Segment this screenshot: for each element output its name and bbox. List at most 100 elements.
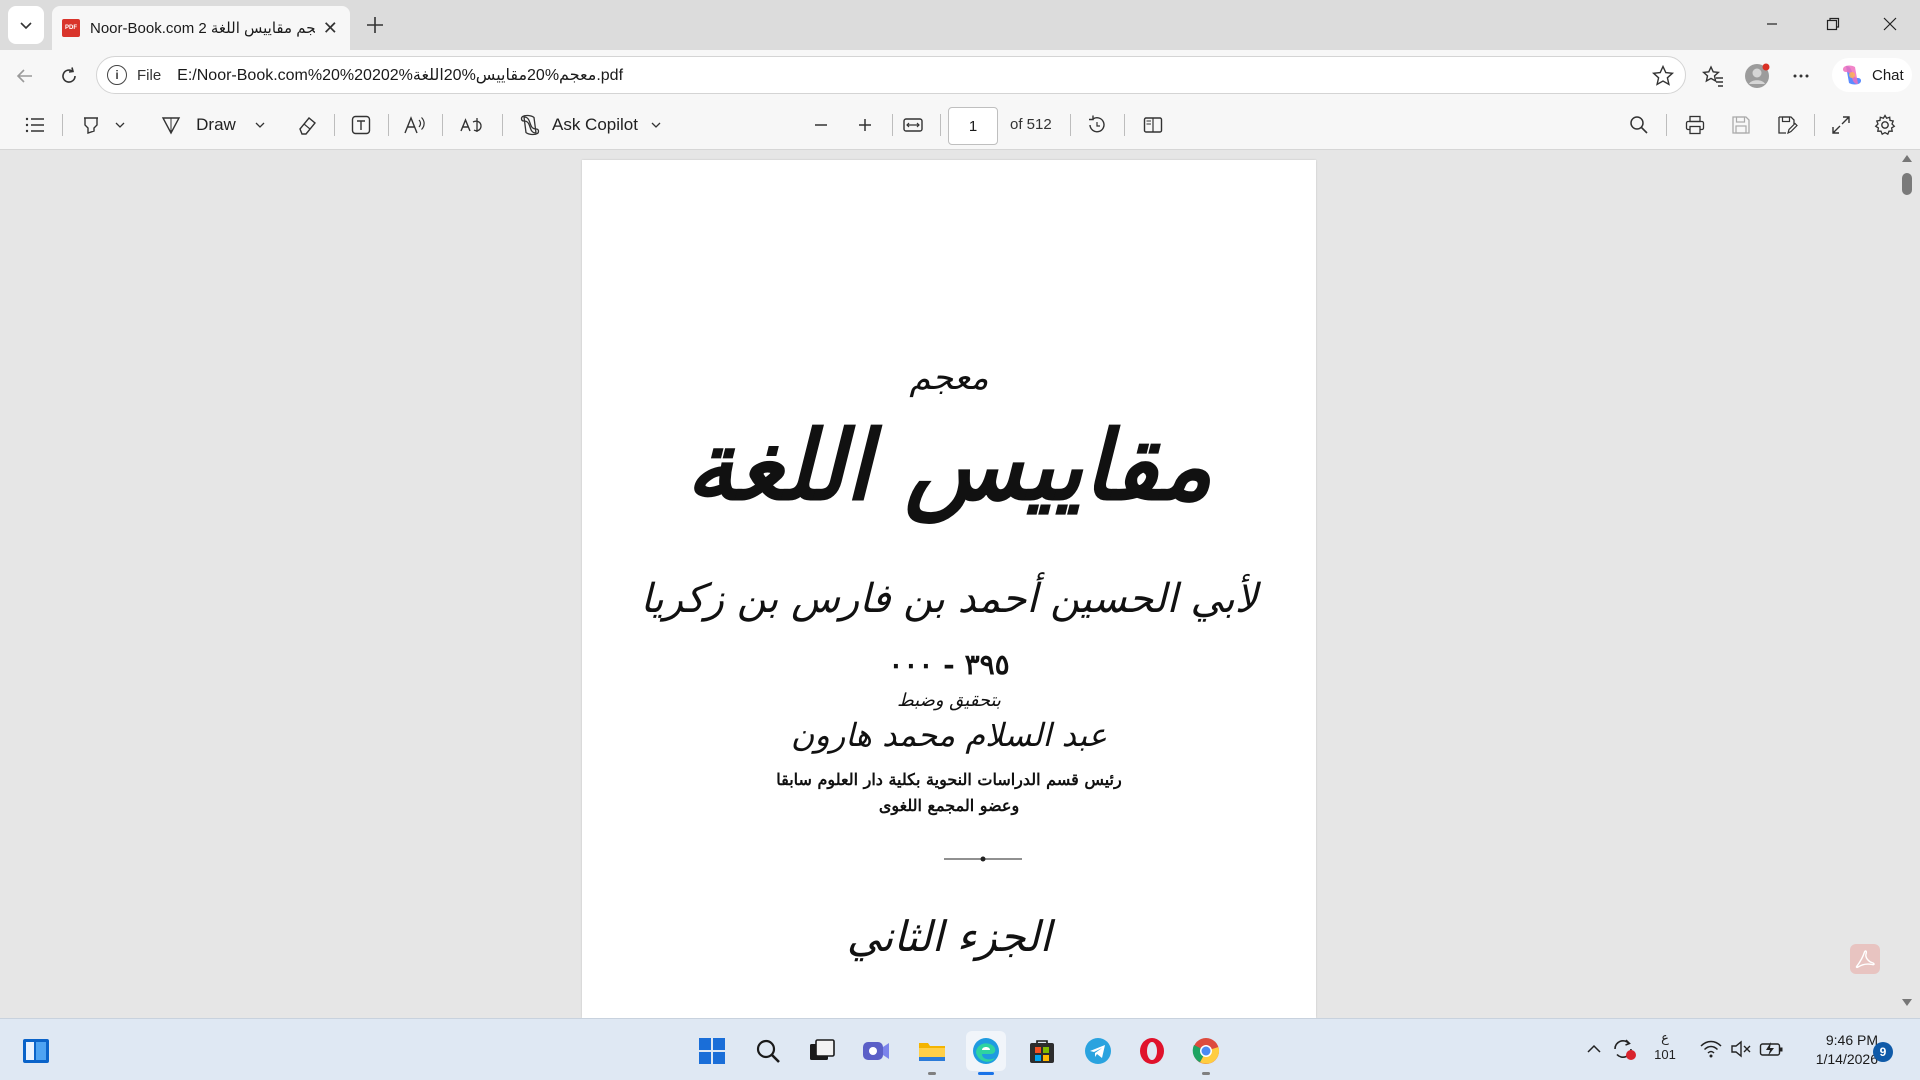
- active-indicator: [978, 1072, 994, 1075]
- input-method-indicator[interactable]: ع 101: [1650, 1029, 1680, 1063]
- acrobat-icon: [1855, 950, 1875, 969]
- refresh-icon: [62, 67, 76, 83]
- rotate-icon: [1089, 115, 1105, 133]
- taskbar-search[interactable]: [748, 1031, 788, 1071]
- pdf-file-icon: PDF: [62, 19, 80, 37]
- restore-button[interactable]: [1805, 0, 1861, 48]
- fit-to-width-button[interactable]: [896, 108, 930, 142]
- taskbar-start[interactable]: [692, 1031, 732, 1071]
- taskbar: ع 101 9:46 PM 1/14/2026 9: [0, 1018, 1920, 1080]
- tab-actions-button[interactable]: [8, 6, 44, 44]
- clock[interactable]: 9:46 PM 1/14/2026: [1790, 1031, 1878, 1069]
- settings-menu-button[interactable]: [1784, 59, 1818, 93]
- taskbar-file-explorer[interactable]: [912, 1031, 952, 1075]
- widgets-icon: [23, 1039, 49, 1063]
- scroll-down-icon[interactable]: [1902, 999, 1912, 1006]
- add-text-button[interactable]: [344, 108, 378, 142]
- highlight-button[interactable]: [72, 108, 134, 142]
- taskbar-task-view[interactable]: [802, 1031, 842, 1071]
- arrow-left-icon: [16, 69, 32, 83]
- taskbar-chrome[interactable]: [1186, 1031, 1226, 1075]
- save-button[interactable]: [1724, 108, 1758, 142]
- profile-button[interactable]: [1740, 59, 1774, 93]
- contents-button[interactable]: [18, 108, 52, 142]
- erase-button[interactable]: [290, 108, 324, 142]
- pdf-viewer[interactable]: معجم مقاييس اللغة لأبي الحسين أحمد بن فا…: [4, 151, 1914, 1018]
- taskbar-teams[interactable]: [856, 1031, 896, 1071]
- telegram-icon: [1085, 1038, 1111, 1064]
- battery-button[interactable]: [1758, 1037, 1786, 1061]
- text-box-icon: [351, 115, 371, 135]
- speaker-muted-icon: [1731, 1040, 1751, 1058]
- info-icon[interactable]: i: [107, 65, 127, 85]
- widgets-button[interactable]: [16, 1031, 56, 1071]
- file-explorer-icon: [919, 1043, 945, 1061]
- translate-button[interactable]: [452, 108, 492, 142]
- taskbar-edge[interactable]: [966, 1031, 1006, 1075]
- sync-status-button[interactable]: [1610, 1035, 1638, 1063]
- taskbar-store[interactable]: [1022, 1031, 1062, 1071]
- book-author: لأبي الحسين أحمد بن فارس بن زكريا: [640, 576, 1258, 622]
- read-aloud-button[interactable]: [398, 108, 432, 142]
- copilot-chat-button[interactable]: Chat: [1832, 58, 1912, 92]
- author-dates: ٣٩٥ - ٠٠٠: [888, 648, 1010, 681]
- network-button[interactable]: [1698, 1037, 1724, 1061]
- favorites-button[interactable]: [1696, 59, 1730, 93]
- pdf-toolbar: Draw Ask Copilot of 512: [0, 100, 1920, 150]
- scroll-up-icon[interactable]: [1902, 155, 1912, 162]
- clock-time: 9:46 PM: [1825, 1032, 1878, 1048]
- translate-icon: [460, 118, 482, 132]
- vertical-scrollbar[interactable]: [1900, 151, 1914, 1018]
- save-as-icon: [1778, 116, 1798, 135]
- acrobat-button[interactable]: [1850, 944, 1880, 974]
- store-icon: [1030, 1040, 1054, 1063]
- editor-name: عبد السلام محمد هارون: [790, 716, 1108, 754]
- editor-role-line-2: وعضو المجمع اللغوى: [878, 796, 1020, 815]
- page-number-input[interactable]: [948, 107, 998, 145]
- volume-button[interactable]: [1728, 1037, 1754, 1061]
- find-button[interactable]: [1622, 108, 1656, 142]
- back-button[interactable]: [8, 59, 42, 93]
- scroll-thumb[interactable]: [1902, 173, 1912, 195]
- ime-language: ع: [1661, 1030, 1669, 1045]
- refresh-button[interactable]: [52, 59, 86, 93]
- ornament-divider: [944, 856, 1022, 862]
- draw-button[interactable]: Draw: [156, 108, 270, 142]
- chevron-down-icon: [115, 122, 125, 128]
- rotate-button[interactable]: [1080, 108, 1114, 142]
- full-screen-button[interactable]: [1824, 108, 1858, 142]
- ask-copilot-button[interactable]: Ask Copilot: [518, 108, 670, 142]
- star-icon: [1651, 64, 1675, 86]
- save-as-button[interactable]: [1770, 108, 1804, 142]
- url-text[interactable]: E:/Noor-Book.com%20%20معجم%20مقاييس%20ال…: [177, 65, 623, 85]
- minus-icon: [815, 124, 827, 126]
- close-tab-icon[interactable]: ✕: [321, 18, 340, 39]
- favorite-star-button[interactable]: [1651, 64, 1675, 88]
- notification-badge[interactable]: 9: [1873, 1042, 1893, 1062]
- highlighter-icon: [84, 117, 98, 134]
- zoom-out-button[interactable]: [804, 108, 838, 142]
- ime-layout: 101: [1654, 1047, 1676, 1062]
- printer-icon: [1685, 115, 1705, 135]
- zoom-in-button[interactable]: [848, 108, 882, 142]
- page-total-label: of 512: [1010, 116, 1052, 133]
- list-icon: [25, 117, 44, 133]
- tahqiq-label: بتحقيق وضبط: [897, 690, 1001, 711]
- chevron-up-icon: [1587, 1044, 1601, 1053]
- tab-strip: PDF Noor-Book.com معجم مقاييس اللغة 2 ✕: [0, 0, 1920, 50]
- expand-icon: [1832, 116, 1850, 134]
- show-hidden-icons-button[interactable]: [1582, 1037, 1606, 1061]
- minimize-button[interactable]: [1744, 0, 1800, 48]
- print-button[interactable]: [1678, 108, 1712, 142]
- url-scheme-label: File: [137, 66, 162, 84]
- close-window-button[interactable]: [1862, 0, 1918, 48]
- avatar-icon: [1745, 63, 1770, 88]
- browser-tab-active[interactable]: PDF Noor-Book.com معجم مقاييس اللغة 2 ✕: [52, 6, 350, 50]
- new-tab-button[interactable]: [360, 10, 390, 40]
- taskbar-telegram[interactable]: [1078, 1031, 1118, 1071]
- address-bar[interactable]: i File E:/Noor-Book.com%20%20معجم%20مقاي…: [96, 56, 1686, 94]
- pdf-settings-button[interactable]: [1868, 108, 1902, 142]
- favorites-icon: [1701, 65, 1723, 87]
- page-view-button[interactable]: [1136, 108, 1170, 142]
- taskbar-opera[interactable]: [1132, 1031, 1172, 1071]
